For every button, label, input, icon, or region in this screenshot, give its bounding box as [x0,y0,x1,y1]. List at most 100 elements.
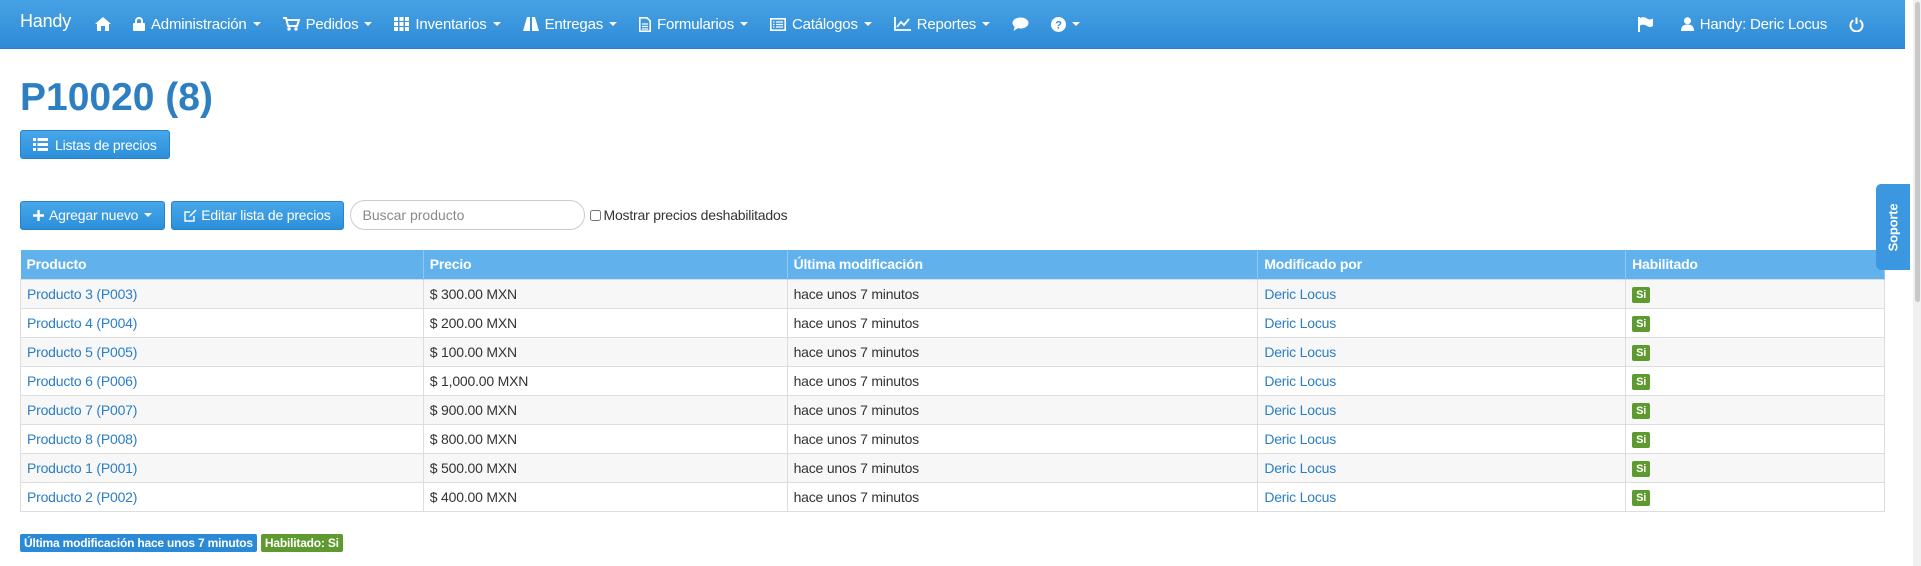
support-tab[interactable]: Soporte [1876,184,1910,270]
nav-flag[interactable] [1627,0,1670,49]
product-link[interactable]: Producto 3 (P003) [27,286,137,302]
nav-home[interactable] [95,0,122,49]
enabled-cell: Si [1625,423,1885,454]
table-row: Producto 4 (P004) $ 200.00 MXN hace unos… [20,307,1885,338]
table-row: Producto 6 (P006) $ 1,000.00 MXN hace un… [20,365,1885,396]
enabled-summary-badge: Habilitado: Si [260,534,343,552]
modified-by-cell: Deric Locus [1257,307,1627,338]
price-table-container: Producto Precio Última modificación Modi… [20,250,1885,512]
user-link[interactable]: Deric Locus [1264,431,1336,447]
power-icon [1849,17,1864,32]
price-cell: $ 900.00 MXN [422,394,788,425]
user-link[interactable]: Deric Locus [1264,373,1336,389]
price-cell: $ 800.00 MXN [422,423,788,454]
page-title: P10020 (8) [20,76,213,119]
search-product-input[interactable] [349,200,585,230]
enabled-badge: Si [1632,286,1651,303]
column-header-last-modified[interactable]: Última modificación [787,250,1259,279]
product-cell: Producto 1 (P001) [20,452,424,483]
plus-icon [33,209,44,221]
nav-formularios[interactable]: Formularios [628,0,759,49]
price-lists-button[interactable]: Listas de precios [20,130,170,159]
nav-pedidos[interactable]: Pedidos [272,0,384,49]
grid-icon [394,17,410,31]
chat-icon [1012,17,1029,31]
flag-icon [1637,16,1653,32]
product-link[interactable]: Producto 6 (P006) [27,373,137,389]
list-icon [33,138,48,151]
nav-help[interactable]: ? [1040,0,1091,49]
table-row: Producto 3 (P003) $ 300.00 MXN hace unos… [20,278,1885,309]
nav-entregas[interactable]: Entregas [512,0,628,49]
nav-entregas-label: Entregas [544,15,604,33]
price-cell: $ 100.00 MXN [422,336,788,367]
edit-price-list-label: Editar lista de precios [201,207,331,223]
column-header-modified-by[interactable]: Modificado por [1257,250,1627,279]
product-link[interactable]: Producto 4 (P004) [27,315,137,331]
user-link[interactable]: Deric Locus [1264,315,1336,331]
scrollbar-thumb[interactable] [1915,2,1920,302]
add-new-button[interactable]: Agregar nuevo [20,200,166,230]
road-icon [522,17,539,31]
product-link[interactable]: Producto 7 (P007) [27,402,137,418]
nav-inventarios[interactable]: Inventarios [383,0,511,49]
nav-catalogos-label: Catálogos [792,15,858,33]
price-cell: $ 200.00 MXN [422,307,788,338]
user-link[interactable]: Deric Locus [1264,460,1336,476]
show-disabled-toggle[interactable]: Mostrar precios deshabilitados [589,207,788,223]
show-disabled-label: Mostrar precios deshabilitados [603,207,788,223]
chevron-down-icon [1072,22,1081,26]
line-chart-icon [893,17,911,31]
column-header-price[interactable]: Precio [423,250,788,279]
enabled-cell: Si [1625,307,1885,338]
enabled-badge: Si [1632,402,1651,419]
product-cell: Producto 2 (P002) [20,481,424,512]
nav-catalogos[interactable]: Catálogos [759,0,883,49]
edit-price-list-button[interactable]: Editar lista de precios [171,200,344,230]
modified-by-cell: Deric Locus [1257,278,1627,309]
user-link[interactable]: Deric Locus [1264,489,1336,505]
nav-chat[interactable] [1001,0,1040,49]
table-row: Producto 1 (P001) $ 500.00 MXN hace unos… [20,452,1885,483]
price-lists-label: Listas de precios [55,136,157,153]
nav-right-group: Handy: Deric Locus [1627,0,1905,49]
user-link[interactable]: Deric Locus [1264,402,1336,418]
summary-badges: Última modificación hace unos 7 minutos … [20,534,347,552]
product-link[interactable]: Producto 1 (P001) [27,460,137,476]
product-link[interactable]: Producto 2 (P002) [27,489,137,505]
brand-logo[interactable]: Handy [0,11,95,32]
lock-icon [133,17,145,31]
product-link[interactable]: Producto 5 (P005) [27,344,137,360]
chevron-down-icon [982,22,991,26]
nav-reportes-label: Reportes [916,15,977,33]
table-row: Producto 2 (P002) $ 400.00 MXN hace unos… [20,481,1885,512]
product-link[interactable]: Producto 8 (P008) [27,431,137,447]
modified-cell: hace unos 7 minutos [786,365,1259,396]
edit-icon [184,209,197,222]
product-cell: Producto 8 (P008) [20,423,424,454]
modified-by-cell: Deric Locus [1257,365,1627,396]
chevron-down-icon [364,22,373,26]
chevron-down-icon [252,22,261,26]
enabled-cell: Si [1625,481,1885,512]
nav-logout[interactable] [1838,0,1875,49]
nav-formularios-label: Formularios [657,15,734,33]
user-name-label: Handy: Deric Locus [1699,15,1827,33]
modified-cell: hace unos 7 minutos [786,423,1259,454]
user-link[interactable]: Deric Locus [1264,344,1336,360]
modified-cell: hace unos 7 minutos [786,336,1259,367]
enabled-badge: Si [1632,489,1651,506]
price-cell: $ 1,000.00 MXN [422,365,788,396]
support-label: Soporte [1885,203,1901,251]
show-disabled-checkbox[interactable] [589,209,601,221]
add-new-label: Agregar nuevo [49,207,139,223]
modified-by-cell: Deric Locus [1257,423,1627,454]
user-link[interactable]: Deric Locus [1264,286,1336,302]
enabled-badge: Si [1632,344,1651,361]
nav-reportes[interactable]: Reportes [883,0,1001,49]
nav-user[interactable]: Handy: Deric Locus [1670,0,1838,49]
modified-cell: hace unos 7 minutos [786,452,1259,483]
column-header-product[interactable]: Producto [20,250,424,279]
column-header-enabled[interactable]: Habilitado [1625,250,1885,279]
nav-administracion[interactable]: Administración [122,0,272,49]
